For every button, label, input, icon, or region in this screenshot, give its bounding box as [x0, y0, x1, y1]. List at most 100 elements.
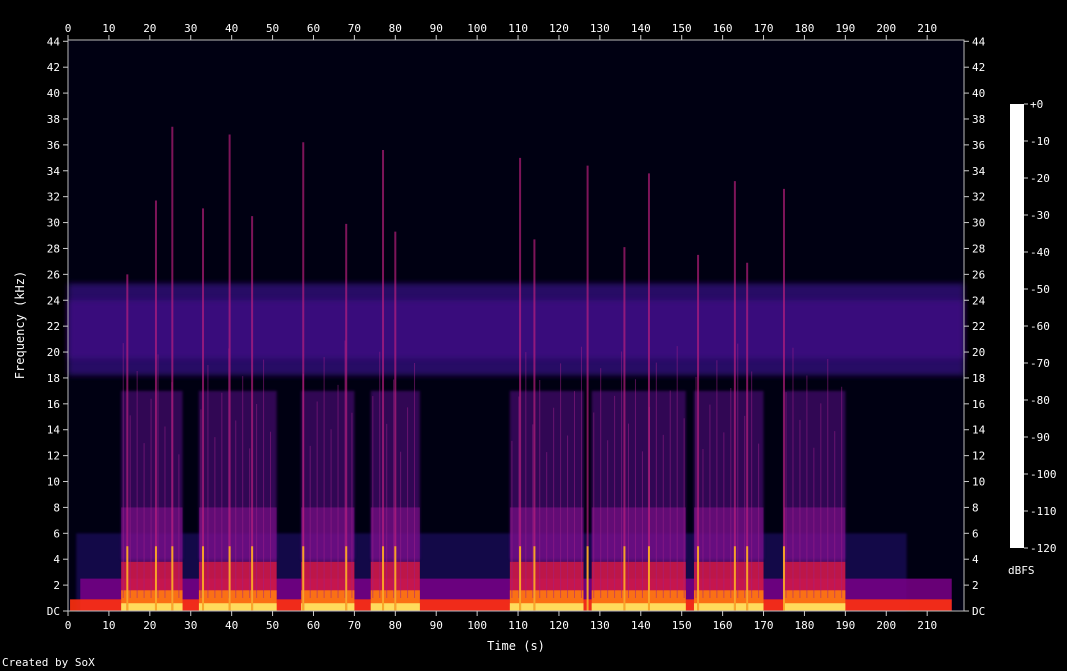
y-tick-label-right: 42: [972, 61, 985, 74]
y-tick-label-right: 30: [972, 217, 985, 230]
segment-peak: [591, 603, 686, 611]
x-tick-label-bottom: 30: [184, 619, 197, 632]
x-tick-label-top: 80: [389, 22, 402, 35]
x-tick-label-top: 10: [102, 22, 115, 35]
segment-peak: [198, 603, 277, 611]
colorbar: +0 -10 -20 -30 -40 -50 -60 -70 -80 -90 -100 -110 -12…: [1008, 98, 1057, 577]
x-tick-label-top: 170: [754, 22, 774, 35]
y-tick-label-left: 22: [47, 320, 60, 333]
y-tick-label-left: 36: [47, 139, 60, 152]
colorbar-tick-label: -10: [1030, 135, 1050, 148]
colorbar-tick-label: +0: [1030, 98, 1043, 111]
x-tick-label-top: 70: [348, 22, 361, 35]
x-tick-label-top: 210: [917, 22, 937, 35]
x-tick-label-bottom: 140: [631, 619, 651, 632]
x-tick-label-bottom: 80: [389, 619, 402, 632]
y-tick-label-left: 30: [47, 217, 60, 230]
y-tick-label-left: 6: [53, 527, 60, 540]
x-tick-label-top: 110: [508, 22, 528, 35]
x-tick-label-bottom: 210: [917, 619, 937, 632]
x-tick-label-top: 140: [631, 22, 651, 35]
y-tick-label-left: 24: [47, 294, 61, 307]
segment-upper-low: [198, 507, 277, 562]
y-tick-label-right: 12: [972, 450, 985, 463]
colorbar-tick-label: -80: [1030, 394, 1050, 407]
x-tick-label-top: 30: [184, 22, 197, 35]
x-tick-label-bottom: 40: [225, 619, 238, 632]
y-tick-label-left: 20: [47, 346, 60, 359]
x-tick-label-top: 90: [430, 22, 443, 35]
x-tick-label-bottom: 60: [307, 619, 320, 632]
colorbar-tick-label: -20: [1030, 172, 1050, 185]
x-tick-label-bottom: 190: [835, 619, 855, 632]
x-tick-label-top: 120: [549, 22, 569, 35]
y-tick-label-left: 44: [47, 35, 61, 48]
colorbar-label: dBFS: [1008, 564, 1035, 577]
spectrogram-svg: 0 0 10 10 20 20 30 30 40 40 50 50 60 60 70 70 80 80 90 90 10…: [13, 22, 1057, 653]
colorbar-tick-label: -60: [1030, 320, 1050, 333]
x-tick-label-top: 190: [835, 22, 855, 35]
x-tick-label-top: 0: [65, 22, 72, 35]
colorbar-tick-label: -110: [1030, 505, 1057, 518]
y-tick-label-left: 12: [47, 450, 60, 463]
colorbar-tick-label: -40: [1030, 246, 1050, 259]
y-tick-label-left: 10: [47, 476, 60, 489]
y-tick-label-right: 2: [972, 579, 979, 592]
y-tick-label-right: 38: [972, 113, 985, 126]
x-tick-label-top: 130: [590, 22, 610, 35]
y-tick-label-right: 34: [972, 165, 986, 178]
colorbar-tick-label: -30: [1030, 209, 1050, 222]
y-tick-label-right: 18: [972, 372, 985, 385]
y-tick-label-right: 36: [972, 139, 985, 152]
y-tick-label-left: 18: [47, 372, 60, 385]
segment-peak: [121, 603, 183, 611]
y-tick-label-right: 4: [972, 553, 979, 566]
y-tick-label-left: 28: [47, 242, 60, 255]
x-tick-label-bottom: 10: [102, 619, 115, 632]
y-tick-label-right: 44: [972, 35, 986, 48]
x-tick-label-top: 60: [307, 22, 320, 35]
y-tick-label-left: 4: [53, 553, 60, 566]
x-tick-label-bottom: 50: [266, 619, 279, 632]
segment-upper-low: [591, 507, 686, 562]
x-tick-label-top: 50: [266, 22, 279, 35]
segment-upper-low: [693, 507, 764, 562]
y-tick-label-right: 24: [972, 294, 986, 307]
x-tick-label-top: 200: [876, 22, 896, 35]
y-tick-label-right: 10: [972, 476, 985, 489]
x-tick-label-bottom: 110: [508, 619, 528, 632]
y-tick-label-right: 40: [972, 87, 985, 100]
colorbar-tick-label: -120: [1030, 542, 1057, 555]
x-axis-label: Time (s): [487, 639, 545, 653]
x-tick-label-bottom: 150: [672, 619, 692, 632]
y-tick-label-right: 20: [972, 346, 985, 359]
x-tick-label-top: 40: [225, 22, 238, 35]
x-tick-label-bottom: 160: [713, 619, 733, 632]
y-tick-label-right: 8: [972, 501, 979, 514]
x-tick-label-bottom: 20: [143, 619, 156, 632]
y-tick-label-right: 32: [972, 191, 985, 204]
x-tick-label-bottom: 100: [467, 619, 487, 632]
x-tick-label-bottom: 0: [65, 619, 72, 632]
colorbar-gradient: [1010, 104, 1024, 548]
y-tick-label-left: 14: [47, 424, 61, 437]
x-tick-label-bottom: 90: [430, 619, 443, 632]
x-tick-label-bottom: 130: [590, 619, 610, 632]
y-tick-label-left: 38: [47, 113, 60, 126]
colorbar-tick-label: -90: [1030, 431, 1050, 444]
y-tick-label-left: 40: [47, 87, 60, 100]
y-tick-label-right: 22: [972, 320, 985, 333]
y-tick-label-right: 14: [972, 424, 986, 437]
y-tick-label-left: 34: [47, 165, 61, 178]
x-tick-label-top: 150: [672, 22, 692, 35]
y-tick-label-left: 42: [47, 61, 60, 74]
x-tick-label-bottom: 70: [348, 619, 361, 632]
sox-credit: Created by SoX: [2, 656, 95, 669]
y-tick-label-left: 26: [47, 268, 60, 281]
colorbar-tick-label: -100: [1030, 468, 1057, 481]
y-tick-label-right: 26: [972, 268, 985, 281]
x-tick-label-bottom: 180: [795, 619, 815, 632]
y-tick-label-left: DC: [47, 605, 60, 618]
segment-peak: [783, 603, 846, 611]
x-tick-label-top: 160: [713, 22, 733, 35]
